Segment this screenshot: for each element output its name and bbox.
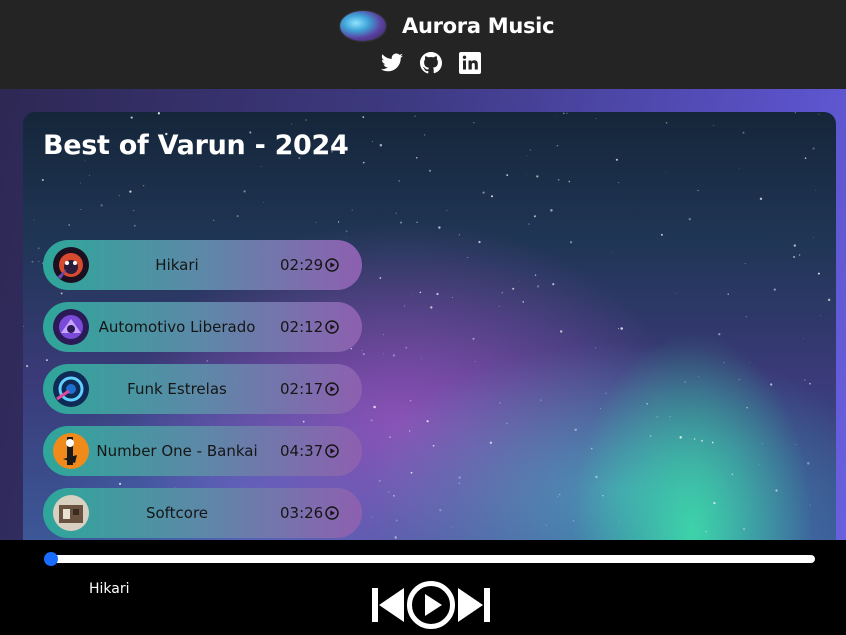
track-item-hikari[interactable]: Hikari 02:29 xyxy=(43,240,362,290)
now-playing-title: Hikari xyxy=(89,581,130,597)
linkedin-icon[interactable] xyxy=(458,51,482,75)
player-bar: Hikari xyxy=(0,540,846,635)
track-title: Hikari xyxy=(155,256,199,274)
track-item-softcore[interactable]: Softcore 03:26 xyxy=(43,488,362,538)
previous-icon[interactable] xyxy=(370,585,406,625)
github-icon[interactable] xyxy=(419,51,443,75)
seek-bar[interactable] xyxy=(44,552,815,566)
softcore-cover-icon xyxy=(53,495,89,531)
track-item-automotivo-liberado[interactable]: Automotivo Liberado 02:12 xyxy=(43,302,362,352)
track-duration: 02:12 xyxy=(280,318,324,336)
track-title: Number One - Bankai xyxy=(96,442,258,460)
number-one-cover-icon xyxy=(53,433,89,469)
track-duration: 03:26 xyxy=(280,504,324,522)
track-item-number-one-bankai[interactable]: Number One - Bankai 04:37 xyxy=(43,426,362,476)
play-circle-icon[interactable] xyxy=(325,506,339,520)
play-circle-icon[interactable] xyxy=(325,444,339,458)
funk-estrelas-cover-icon xyxy=(53,371,89,407)
social-links xyxy=(380,51,482,75)
top-header: Aurora Music xyxy=(0,0,846,89)
automotivo-cover-icon xyxy=(53,309,89,345)
play-circle-icon[interactable] xyxy=(325,258,339,272)
track-item-funk-estrelas[interactable]: Funk Estrelas 02:17 xyxy=(43,364,362,414)
next-icon[interactable] xyxy=(456,585,492,625)
play-circle-icon[interactable] xyxy=(325,320,339,334)
playlist-title: Best of Varun - 2024 xyxy=(43,130,349,161)
playlist-card: Best of Varun - 2024 Hikari 02:29 Automo… xyxy=(23,112,836,552)
twitter-icon[interactable] xyxy=(380,51,404,75)
track-duration: 02:17 xyxy=(280,380,324,398)
track-duration: 02:29 xyxy=(280,256,324,274)
track-title: Softcore xyxy=(145,504,209,522)
app-title: Aurora Music xyxy=(402,14,555,38)
track-duration: 04:37 xyxy=(280,442,324,460)
seek-bar-thumb[interactable] xyxy=(44,552,58,566)
hikari-cover-icon xyxy=(53,247,89,283)
play-icon[interactable] xyxy=(406,580,456,630)
brand: Aurora Music xyxy=(340,10,555,42)
track-title: Automotivo Liberado xyxy=(98,318,256,336)
playback-controls xyxy=(370,580,492,630)
aurora-logo-icon xyxy=(340,11,386,41)
play-circle-icon[interactable] xyxy=(325,382,339,396)
track-title: Funk Estrelas xyxy=(127,380,227,398)
